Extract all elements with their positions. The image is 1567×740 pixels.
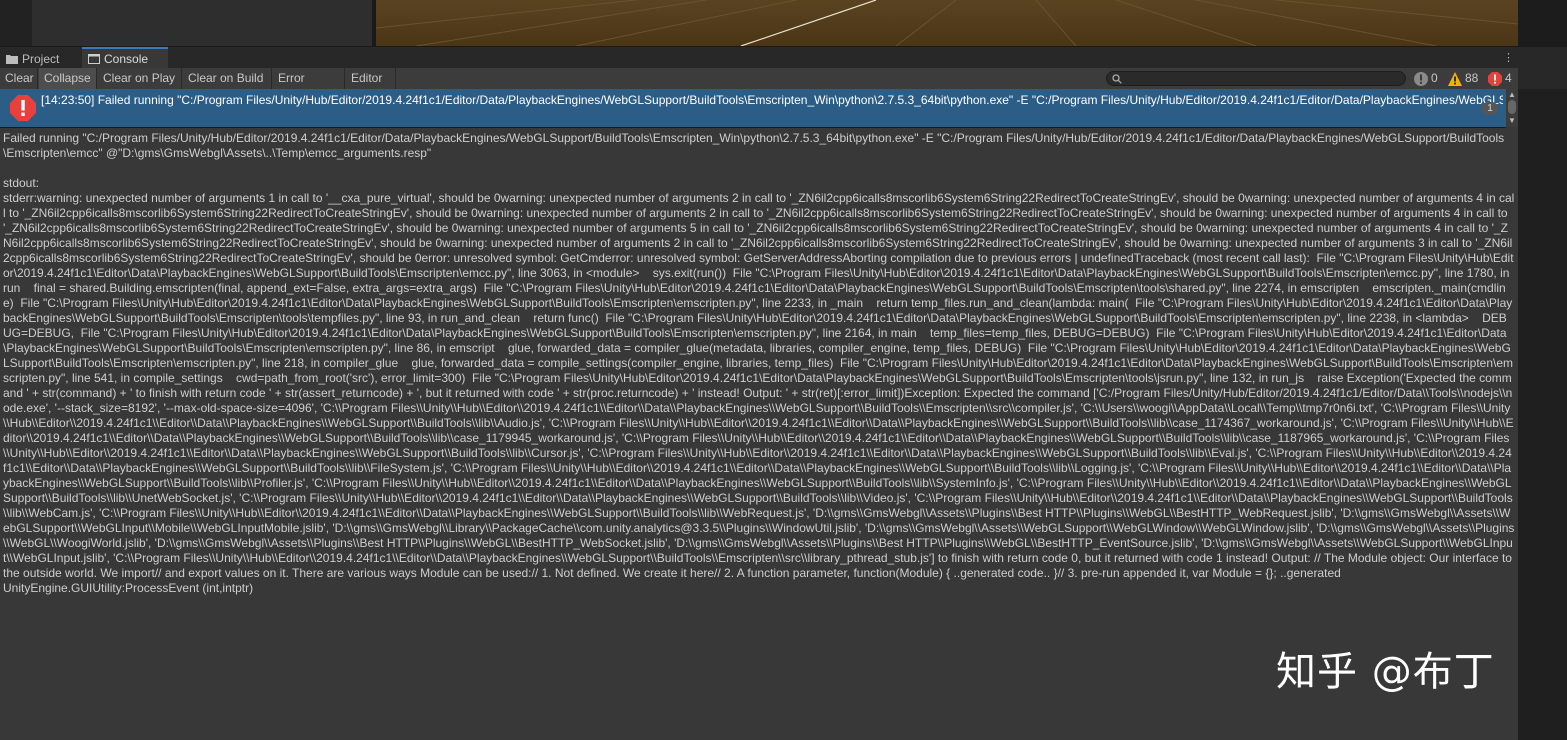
clear-on-build-button[interactable]: Clear on Build [183, 68, 272, 89]
log-collapse-count-badge: 1 [1482, 102, 1498, 115]
collapse-button[interactable]: Collapse [39, 68, 97, 89]
more-options-icon[interactable]: ⋮ [1503, 51, 1514, 65]
log-entry-selected[interactable]: [14:23:50] Failed running "C:/Program Fi… [0, 89, 1506, 128]
editor-dropdown[interactable]: Editor ▼ [346, 68, 396, 103]
search-icon [1112, 74, 1122, 84]
warning-filter-toggle[interactable]: 88 [1447, 70, 1483, 87]
console-toolbar: Clear Collapse Clear on Play Clear on Bu… [0, 68, 1518, 106]
scrollbar-thumb[interactable] [1508, 100, 1516, 114]
console-icon [88, 54, 100, 64]
watermark: 知乎 @布丁 [1276, 649, 1495, 695]
log-entry-message: [14:23:50] Failed running "C:/Program Fi… [41, 93, 1503, 107]
error-icon [1488, 72, 1502, 86]
search-input[interactable] [1125, 72, 1395, 85]
warning-icon [1448, 72, 1462, 86]
tab-bar: Project Console ⋮ [0, 46, 1567, 69]
tab-label: Project [22, 52, 60, 66]
info-count: 0 [1431, 71, 1438, 85]
scroll-up-icon[interactable]: ▲ [1508, 91, 1516, 99]
log-detail-text[interactable]: Failed running "C:/Program Files/Unity/H… [3, 131, 1515, 596]
hierarchy-panel [0, 0, 372, 46]
clear-button[interactable]: Clear [0, 68, 38, 89]
error-count: 4 [1505, 71, 1512, 85]
tab-console[interactable]: Console [82, 47, 168, 69]
tab-label: Console [104, 52, 149, 66]
ground-grid [376, 0, 1518, 46]
scene-view[interactable] [376, 0, 1518, 46]
tab-project[interactable]: Project [0, 49, 80, 69]
info-filter-toggle[interactable]: 0 [1413, 70, 1443, 87]
error-icon [10, 95, 36, 121]
log-list-scrollbar[interactable]: ▲ ▼ [1506, 89, 1518, 127]
right-dock-panel [1518, 46, 1567, 740]
right-dock [1518, 0, 1567, 46]
search-field[interactable] [1106, 71, 1406, 86]
info-icon [1414, 72, 1428, 86]
warning-count: 88 [1465, 71, 1479, 85]
folder-icon [6, 55, 18, 64]
editor-dropdown-label: Editor [351, 71, 383, 85]
clear-on-play-button[interactable]: Clear on Play [98, 68, 182, 89]
error-pause-button[interactable]: Error Pause [273, 68, 345, 106]
panel-strip [0, 0, 32, 46]
scroll-down-icon[interactable]: ▼ [1508, 117, 1516, 125]
error-filter-toggle[interactable]: 4 [1487, 70, 1515, 87]
